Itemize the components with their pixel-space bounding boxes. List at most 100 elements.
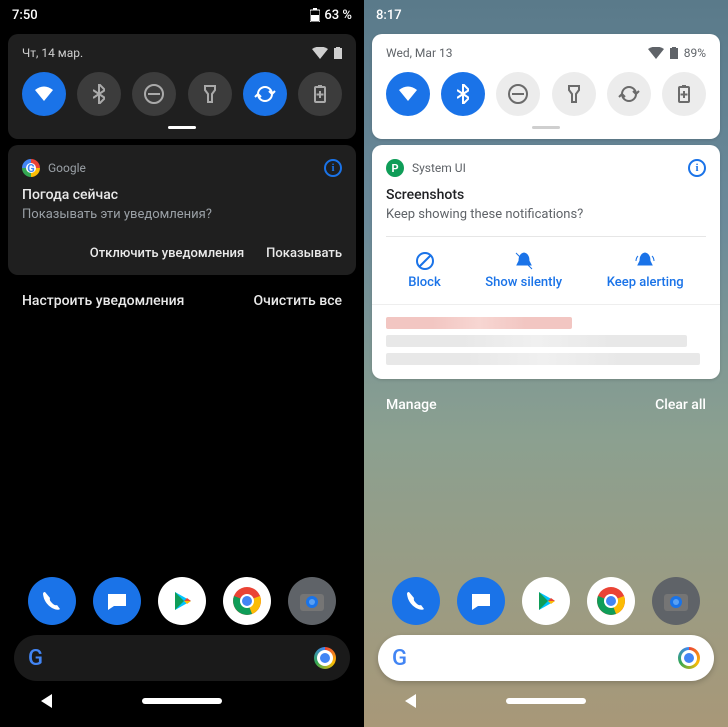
dnd-icon <box>143 83 165 105</box>
qs-tile-dnd[interactable] <box>132 72 176 116</box>
camera-app-icon[interactable] <box>652 577 700 625</box>
phone-app-icon[interactable] <box>28 577 76 625</box>
play-app-icon[interactable] <box>158 577 206 625</box>
flashlight-icon <box>567 84 581 104</box>
qs-tile-wifi[interactable] <box>386 72 430 116</box>
block-label: Block <box>408 275 440 290</box>
home-pill[interactable] <box>142 698 222 704</box>
qs-tile-battery-saver[interactable] <box>662 72 706 116</box>
nav-bar <box>378 683 714 719</box>
google-g-icon: G <box>28 645 43 671</box>
play-icon <box>170 589 194 613</box>
silent-label: Show silently <box>485 275 562 290</box>
qs-expand-handle[interactable] <box>532 126 560 129</box>
manage-button[interactable]: Manage <box>386 397 437 413</box>
dock <box>14 571 350 635</box>
qs-tiles-row <box>22 72 342 116</box>
qs-tiles-row <box>386 72 706 116</box>
phone-app-icon[interactable] <box>392 577 440 625</box>
info-icon[interactable]: i <box>324 159 342 177</box>
qs-tile-wifi[interactable] <box>22 72 66 116</box>
deny-button[interactable]: Отключить уведомления <box>90 246 244 261</box>
battery-text: 63 % <box>324 8 352 23</box>
play-app-icon[interactable] <box>522 577 570 625</box>
alert-label: Keep alerting <box>607 275 684 290</box>
back-button[interactable] <box>41 694 52 708</box>
status-clock: 8:17 <box>376 8 402 23</box>
clear-all-button[interactable]: Clear all <box>655 397 706 413</box>
notification-body: Keep showing these notifications? <box>386 207 706 222</box>
chrome-icon <box>596 586 626 616</box>
qs-expand-handle[interactable] <box>168 126 196 129</box>
keep-alerting-button[interactable]: Keep alerting <box>607 251 684 290</box>
block-icon <box>415 251 435 271</box>
battery-icon <box>310 8 320 22</box>
qs-date: Wed, Mar 13 <box>386 46 452 60</box>
flashlight-icon <box>203 84 217 104</box>
qs-tile-flashlight[interactable] <box>188 72 232 116</box>
qs-tile-bluetooth[interactable] <box>77 72 121 116</box>
notification-card[interactable]: P System UI i Screenshots Keep showing t… <box>372 145 720 379</box>
nav-bar <box>14 683 350 719</box>
quick-settings-panel: Чт, 14 мар. <box>8 34 356 139</box>
autorotate-icon <box>618 83 640 105</box>
search-bar[interactable]: G <box>378 635 714 681</box>
notification-body: Показывать эти уведомления? <box>22 207 342 222</box>
chrome-app-icon[interactable] <box>223 577 271 625</box>
system-ui-icon: P <box>386 159 404 177</box>
redacted-notification[interactable] <box>372 304 720 379</box>
notification-card[interactable]: Google i Погода сейчас Показывать эти ув… <box>8 145 356 275</box>
bell-ring-icon <box>635 251 655 271</box>
qs-tile-flashlight[interactable] <box>552 72 596 116</box>
redacted-line <box>386 353 700 365</box>
status-bar: 7:50 63 % <box>0 0 364 30</box>
home-bottom: G <box>0 571 364 727</box>
messages-app-icon[interactable] <box>457 577 505 625</box>
battery-text: 89% <box>684 46 706 60</box>
assistant-icon[interactable] <box>314 647 336 669</box>
wifi-icon <box>397 85 419 103</box>
status-bar: 8:17 <box>364 0 728 30</box>
status-clock: 7:50 <box>12 8 38 23</box>
messages-icon <box>469 589 493 613</box>
messages-app-icon[interactable] <box>93 577 141 625</box>
qs-tile-autorotate[interactable] <box>607 72 651 116</box>
camera-app-icon[interactable] <box>288 577 336 625</box>
back-button[interactable] <box>405 694 416 708</box>
wifi-signal-icon <box>312 47 328 59</box>
redacted-line <box>386 335 687 347</box>
show-silently-button[interactable]: Show silently <box>485 251 562 290</box>
shade-footer: Manage Clear all <box>364 385 728 425</box>
messages-icon <box>105 589 129 613</box>
bell-mute-icon <box>514 251 534 271</box>
qs-tile-dnd[interactable] <box>496 72 540 116</box>
play-icon <box>534 589 558 613</box>
info-icon[interactable]: i <box>688 159 706 177</box>
assistant-icon[interactable] <box>678 647 700 669</box>
qs-tile-bluetooth[interactable] <box>441 72 485 116</box>
qs-date: Чт, 14 мар. <box>22 46 83 60</box>
manage-button[interactable]: Настроить уведомления <box>22 293 184 309</box>
redacted-line <box>386 317 572 329</box>
dock <box>378 571 714 635</box>
shade-footer: Настроить уведомления Очистить все <box>0 281 364 321</box>
search-bar[interactable]: G <box>14 635 350 681</box>
camera-icon <box>299 590 325 612</box>
chrome-icon <box>232 586 262 616</box>
notification-title: Погода сейчас <box>22 187 342 203</box>
allow-button[interactable]: Показывать <box>266 246 342 261</box>
chrome-app-icon[interactable] <box>587 577 635 625</box>
clear-all-button[interactable]: Очистить все <box>253 293 342 309</box>
phone-icon <box>404 589 428 613</box>
camera-icon <box>663 590 689 612</box>
home-pill[interactable] <box>506 698 586 704</box>
battery-saver-icon <box>313 84 327 104</box>
qs-tile-autorotate[interactable] <box>243 72 287 116</box>
screenshot-dark: 7:50 63 % Чт, 14 мар. Google <box>0 0 364 727</box>
autorotate-icon <box>254 83 276 105</box>
notification-app-name: System UI <box>412 161 466 175</box>
qs-tile-battery-saver[interactable] <box>298 72 342 116</box>
block-button[interactable]: Block <box>408 251 440 290</box>
google-app-icon <box>22 159 40 177</box>
battery-saver-icon <box>677 84 691 104</box>
